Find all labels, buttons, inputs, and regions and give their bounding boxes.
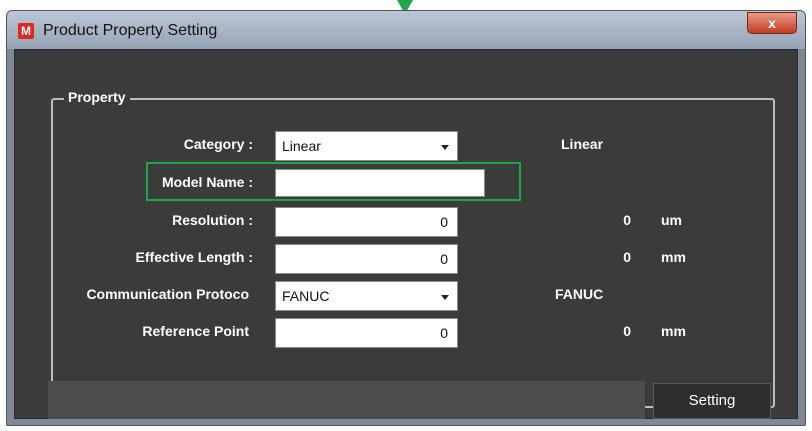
effective-length-readout: 0: [623, 249, 631, 265]
reference-point-input[interactable]: 0: [275, 318, 458, 348]
resolution-label: Resolution :: [172, 212, 253, 228]
chevron-down-icon: [441, 295, 449, 300]
property-group-legend: Property: [64, 89, 130, 105]
reference-point-readout: 0: [623, 323, 631, 339]
communication-protocol-select-value: FANUC: [282, 288, 330, 304]
category-select-value: Linear: [282, 138, 321, 154]
window-title: Product Property Setting: [43, 22, 218, 39]
m-app-icon: M: [18, 23, 34, 39]
product-property-window: M Product Property Setting x Property Ca…: [6, 10, 806, 426]
resolution-readout: 0: [623, 212, 631, 228]
reference-point-unit: mm: [661, 323, 686, 339]
resolution-unit: um: [661, 212, 682, 228]
reference-point-label: Reference Point: [142, 323, 249, 339]
setting-button[interactable]: Setting: [653, 383, 771, 419]
status-bar: [48, 381, 645, 419]
communication-protocol-readout: FANUC: [555, 286, 604, 302]
close-icon: x: [768, 15, 776, 31]
communication-protocol-select[interactable]: FANUC: [275, 281, 458, 311]
resolution-input[interactable]: 0: [275, 207, 458, 237]
category-select[interactable]: Linear: [275, 131, 458, 161]
model-name-highlight-box: [146, 162, 521, 201]
effective-length-label: Effective Length :: [135, 249, 253, 265]
title-bar[interactable]: M Product Property Setting x: [7, 11, 805, 49]
category-readout: Linear: [561, 136, 604, 152]
communication-protocol-label: Communication Protoco: [86, 286, 249, 302]
effective-length-unit: mm: [661, 249, 686, 265]
close-button[interactable]: x: [747, 12, 797, 34]
effective-length-input[interactable]: 0: [275, 244, 458, 274]
window-client-area: Property Category : Linear Linear Model …: [14, 49, 798, 419]
chevron-down-icon: [441, 145, 449, 150]
category-label: Category :: [183, 136, 253, 152]
